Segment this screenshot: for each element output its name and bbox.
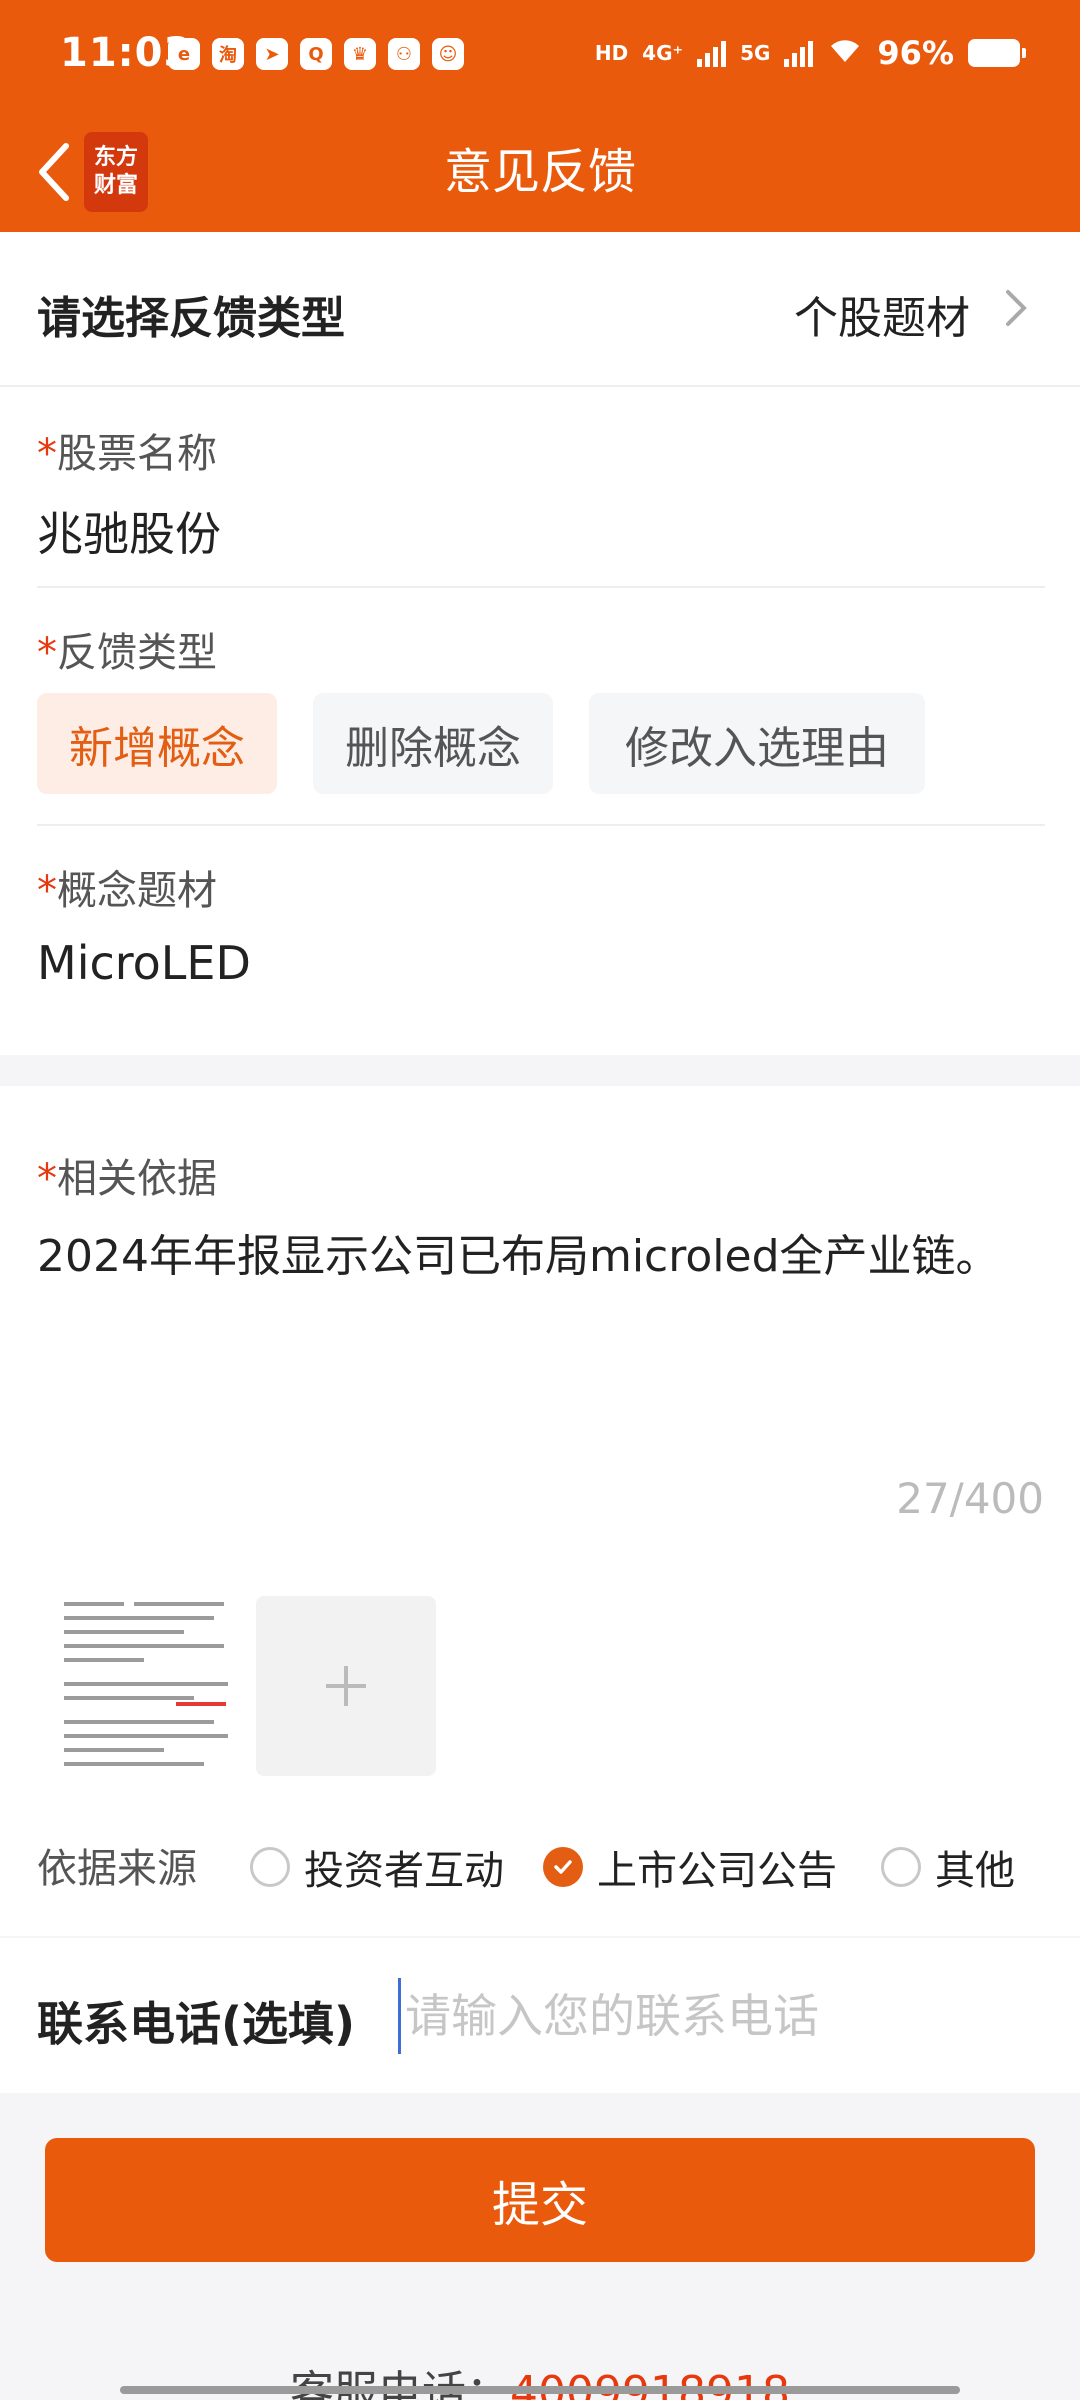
signal-5g-icon	[784, 39, 814, 67]
chevron-right-icon	[1006, 290, 1027, 326]
basis-card: *相关依据 2024年年报显示公司已布局microled全产业链。 27/400…	[0, 1086, 1080, 1936]
wifi-icon	[827, 34, 863, 72]
concept-value[interactable]: MicroLED	[37, 936, 251, 990]
notification-icons: e 淘 ➤ Q ♛ ⚇ ☺	[168, 38, 464, 70]
basis-label: *相关依据	[37, 1146, 217, 1204]
cloud-app-icon: ⚇	[388, 38, 420, 70]
feedback-category-label: *反馈类型	[37, 620, 217, 678]
radio-company-announcement[interactable]: 上市公司公告	[543, 1838, 837, 1896]
radio-unchecked-icon	[881, 1847, 921, 1887]
basis-textarea[interactable]: 2024年年报显示公司已布局microled全产业链。	[37, 1220, 1000, 1284]
required-mark: *	[37, 868, 57, 914]
char-counter: 27/400	[896, 1474, 1044, 1523]
required-mark: *	[37, 1156, 57, 1202]
radio-unchecked-icon	[250, 1847, 290, 1887]
4g-label: 4G⁺	[642, 41, 684, 65]
contact-card: 联系电话(选填)	[0, 1938, 1080, 2093]
basis-label-text: 相关依据	[57, 1156, 217, 1202]
divider	[37, 824, 1045, 826]
edge-app-icon: e	[168, 38, 200, 70]
send-app-icon: ➤	[256, 38, 288, 70]
feedback-type-selector[interactable]: 请选择反馈类型 个股题材	[0, 232, 1080, 387]
stock-name-value[interactable]: 兆驰股份	[37, 498, 221, 564]
add-image-button[interactable]	[256, 1596, 436, 1776]
search-app-icon: Q	[300, 38, 332, 70]
feedback-category-label-text: 反馈类型	[57, 630, 217, 676]
chip-modify-reason[interactable]: 修改入选理由	[589, 693, 925, 794]
chip-delete-concept[interactable]: 删除概念	[313, 693, 553, 794]
5g-label: 5G	[740, 41, 771, 65]
status-indicators: HD 4G⁺ 5G 96%	[594, 34, 1026, 72]
feedback-type-value: 个股题材	[794, 293, 970, 344]
service-phone-link[interactable]: 4009918918	[510, 2367, 790, 2400]
battery-icon	[968, 39, 1026, 67]
signal-4g-icon	[697, 39, 727, 67]
radio-other[interactable]: 其他	[881, 1838, 1015, 1896]
plus-icon	[326, 1666, 366, 1706]
feedback-type-label: 请选择反馈类型	[37, 293, 345, 344]
avatar-app-icon: ☺	[432, 38, 464, 70]
required-mark: *	[37, 630, 57, 676]
stock-name-label: *股票名称	[37, 421, 217, 479]
hd-icon: HD	[594, 41, 629, 65]
submit-button[interactable]: 提交	[45, 2138, 1035, 2262]
contact-phone-input[interactable]	[398, 1978, 1038, 2054]
chip-add-concept[interactable]: 新增概念	[37, 693, 277, 794]
service-label: 客服电话：	[290, 2367, 511, 2400]
radio-investor-interaction[interactable]: 投资者互动	[250, 1838, 504, 1896]
required-mark: *	[37, 431, 57, 477]
taobao-app-icon: 淘	[212, 38, 244, 70]
concept-label: *概念题材	[37, 858, 217, 916]
radio-label: 其他	[935, 1848, 1015, 1894]
page-title: 意见反馈	[443, 144, 636, 200]
divider	[37, 586, 1045, 588]
home-indicator[interactable]	[120, 2386, 960, 2394]
stock-name-label-text: 股票名称	[57, 431, 217, 477]
radio-label: 投资者互动	[304, 1848, 504, 1894]
radio-label: 上市公司公告	[597, 1848, 837, 1894]
attachment-thumbnail[interactable]	[58, 1590, 234, 1770]
radio-checked-icon	[543, 1847, 583, 1887]
status-bar: 11:03 e 淘 ➤ Q ♛ ⚇ ☺ HD 4G⁺ 5G 96%	[0, 0, 1080, 112]
nav-bar: 东方 财富 意见反馈	[0, 112, 1080, 232]
battery-percent: 96%	[877, 34, 954, 72]
crown-app-icon: ♛	[344, 38, 376, 70]
contact-label: 联系电话(选填)	[37, 1997, 356, 2051]
source-label: 依据来源	[37, 1846, 197, 1892]
concept-label-text: 概念题材	[57, 868, 217, 914]
feedback-form-card: 请选择反馈类型 个股题材 *股票名称 兆驰股份 *反馈类型 新增概念 删除概念 …	[0, 232, 1080, 1055]
